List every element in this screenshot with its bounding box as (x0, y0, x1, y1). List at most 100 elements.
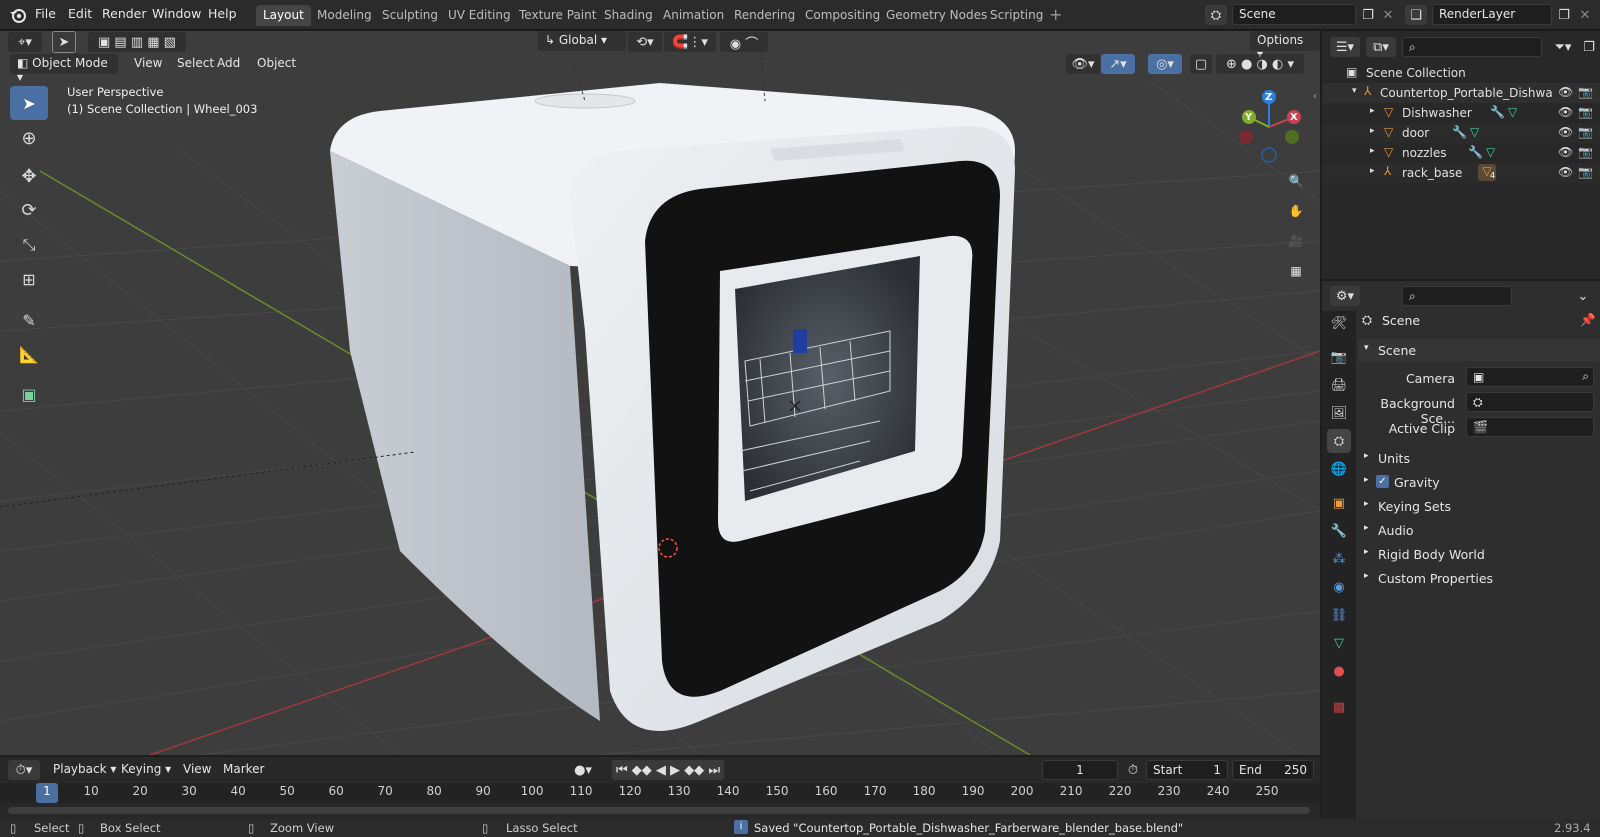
keying-sets-section[interactable]: ▸ Keying Sets (1358, 495, 1600, 517)
tab-modeling[interactable]: Modeling (310, 5, 379, 26)
view-layer-icon[interactable]: ❏ (1405, 5, 1427, 25)
zoom-icon[interactable]: 🔍 (1282, 167, 1310, 195)
rotate-tool[interactable]: ⟳ (10, 193, 48, 227)
end-frame-field[interactable]: End 250 (1232, 760, 1314, 780)
select-box-tool[interactable]: ➤ (10, 86, 48, 120)
eye-icon[interactable]: 👁 (1558, 85, 1573, 99)
playback-menu[interactable]: Playback ▾ (46, 760, 123, 780)
playback-controls-icon[interactable]: ⏮ ◆◆ ◀ ▶ ◆◆ ⏭ (612, 760, 724, 780)
sidebar-toggle-icon[interactable]: ‹ (1313, 91, 1317, 102)
camera-render-icon[interactable]: 📷 (1578, 145, 1593, 159)
eye-icon[interactable]: 👁 (1558, 125, 1573, 139)
modifier-tab-icon[interactable]: 🔧 (1327, 519, 1351, 543)
menu-help[interactable]: Help (208, 6, 237, 21)
menu-render[interactable]: Render (102, 6, 147, 21)
camera-render-icon[interactable]: 📷 (1578, 125, 1593, 139)
keyframe-record-icon[interactable]: ●▾ (566, 760, 600, 780)
scene-panel-header[interactable]: ▾ Scene (1358, 339, 1600, 361)
camera-render-icon[interactable]: 📷 (1578, 105, 1593, 119)
transform-tool[interactable]: ⊞ (10, 262, 48, 296)
add-workspace-icon[interactable]: + (1049, 5, 1062, 24)
timeline-scrollbar[interactable] (8, 807, 1310, 814)
camera-view-icon[interactable]: 🎥 (1282, 227, 1310, 255)
new-scene-icon[interactable]: ❐ (1357, 5, 1379, 25)
tab-rendering[interactable]: Rendering (727, 5, 802, 26)
output-tab-icon[interactable]: 🖨 (1327, 373, 1351, 397)
timeline-editor-icon[interactable]: ⏱▾ (8, 760, 40, 780)
data-tab-icon[interactable]: ▽ (1327, 631, 1351, 655)
outliner-editor-icon[interactable]: ☰▾ (1330, 37, 1360, 57)
menu-edit[interactable]: Edit (68, 6, 92, 21)
outliner-row-scene-collection[interactable]: ▣ Scene Collection (1322, 63, 1600, 83)
add-cube-tool[interactable]: ▣ (10, 377, 48, 411)
outliner-row-rack-base[interactable]: ▸ ⅄ rack_base ▽ 4 👁 📷 (1322, 163, 1600, 183)
physics-tab-icon[interactable]: ◉ (1327, 575, 1351, 599)
outliner-search-input[interactable]: ⌕ (1402, 37, 1542, 57)
expand-right-icon[interactable]: ▸ (1370, 106, 1375, 116)
tab-scripting[interactable]: Scripting (983, 5, 1050, 26)
annotate-tool[interactable]: ✎ (10, 303, 48, 337)
expand-right-icon[interactable]: ▸ (1370, 146, 1375, 156)
eye-icon[interactable]: 👁 (1558, 105, 1573, 119)
rigid-body-world-section[interactable]: ▸ Rigid Body World (1358, 543, 1600, 565)
tab-shading[interactable]: Shading (597, 5, 660, 26)
expand-right-icon[interactable]: ▸ (1370, 166, 1375, 176)
stopwatch-icon[interactable]: ⏱ (1122, 760, 1144, 780)
visibility-icon[interactable]: 👁▾ (1066, 54, 1100, 74)
tab-compositing[interactable]: Compositing (798, 5, 887, 26)
editor-type-icon[interactable]: ⌖▾ (8, 32, 42, 52)
pin-icon[interactable]: 📌 (1580, 312, 1596, 328)
menu-view[interactable]: View (127, 54, 169, 74)
camera-render-icon[interactable]: 📷 (1578, 165, 1593, 179)
material-tab-icon[interactable]: ● (1327, 659, 1351, 683)
menu-add[interactable]: Add (210, 54, 247, 74)
constraints-tab-icon[interactable]: ⛓ (1327, 603, 1351, 627)
marker-menu[interactable]: Marker (216, 760, 271, 780)
properties-options-icon[interactable]: ⌄ (1572, 286, 1594, 306)
timeline-view-menu[interactable]: View (176, 760, 218, 780)
gizmo-toggle-icon[interactable]: ↗▾ (1101, 54, 1135, 74)
new-view-layer-icon[interactable]: ❐ (1553, 5, 1575, 25)
select-tool-icon[interactable]: ➤ (52, 31, 76, 53)
world-tab-icon[interactable]: 🌐 (1327, 457, 1351, 481)
blender-logo-icon[interactable] (9, 6, 27, 24)
outliner-row-door[interactable]: ▸ ▽ door 🔧 ▽ 👁 📷 (1322, 123, 1600, 143)
tab-animation[interactable]: Animation (656, 5, 731, 26)
active-clip-field[interactable]: 🎬 (1466, 417, 1594, 437)
camera-render-icon[interactable]: 📷 (1578, 85, 1593, 99)
expand-down-icon[interactable]: ▾ (1352, 86, 1357, 96)
current-frame-field[interactable]: 1 (1042, 760, 1118, 780)
gravity-section[interactable]: ▸ ✓ Gravity (1358, 471, 1600, 493)
filter-icon[interactable]: ⏷▾ (1550, 37, 1576, 57)
gravity-checkbox[interactable]: ✓ (1376, 475, 1389, 488)
keying-menu[interactable]: Keying ▾ (114, 760, 178, 780)
outliner-row-dishwasher[interactable]: ▸ ▽ Dishwasher 🔧 ▽ 👁 📷 (1322, 103, 1600, 123)
scene-name-field[interactable]: Scene (1232, 4, 1356, 25)
move-tool[interactable]: ✥ (10, 159, 48, 193)
tab-sculpting[interactable]: Sculpting (375, 5, 445, 26)
delete-view-layer-icon[interactable]: ✕ (1574, 5, 1596, 25)
snap-icon[interactable]: 🧲⋮▾ (664, 32, 716, 52)
render-tab-icon[interactable]: 📷 (1327, 345, 1351, 369)
tab-geometry-nodes[interactable]: Geometry Nodes (879, 5, 994, 26)
menu-window[interactable]: Window (152, 6, 201, 21)
scale-tool[interactable]: ⤡ (10, 228, 48, 262)
custom-properties-section[interactable]: ▸ Custom Properties (1358, 567, 1600, 589)
eye-icon[interactable]: 👁 (1558, 145, 1573, 159)
properties-editor-icon[interactable]: ⚙▾ (1330, 286, 1360, 306)
texture-tab-icon[interactable]: ▩ (1327, 695, 1351, 719)
background-scene-field[interactable]: ⛭ (1466, 392, 1594, 412)
xray-icon[interactable]: ▢ (1190, 54, 1212, 74)
transform-orientation-dropdown[interactable]: ↳ Global ▾ (538, 31, 626, 51)
properties-search-input[interactable]: ⌕ (1402, 286, 1512, 306)
new-collection-icon[interactable]: ❐ (1578, 37, 1600, 57)
object-mode-dropdown[interactable]: ◧ Object Mode ▾ (10, 54, 118, 84)
eyedropper-icon[interactable]: ⌕ (1582, 369, 1589, 384)
outliner-row-nozzles[interactable]: ▸ ▽ nozzles 🔧 ▽ 👁 📷 (1322, 143, 1600, 163)
tool-tab-icon[interactable]: 🛠 (1327, 311, 1351, 335)
expand-right-icon[interactable]: ▸ (1370, 126, 1375, 136)
selection-mode-icons[interactable]: ▣ ▤ ▥ ▦ ▧ (88, 32, 186, 52)
eye-icon[interactable]: 👁 (1558, 165, 1573, 179)
shading-modes-icon[interactable]: ⊕ ● ◑ ◐ ▾ (1216, 54, 1304, 74)
scene-selector-icon[interactable]: ⛭ (1205, 5, 1227, 25)
